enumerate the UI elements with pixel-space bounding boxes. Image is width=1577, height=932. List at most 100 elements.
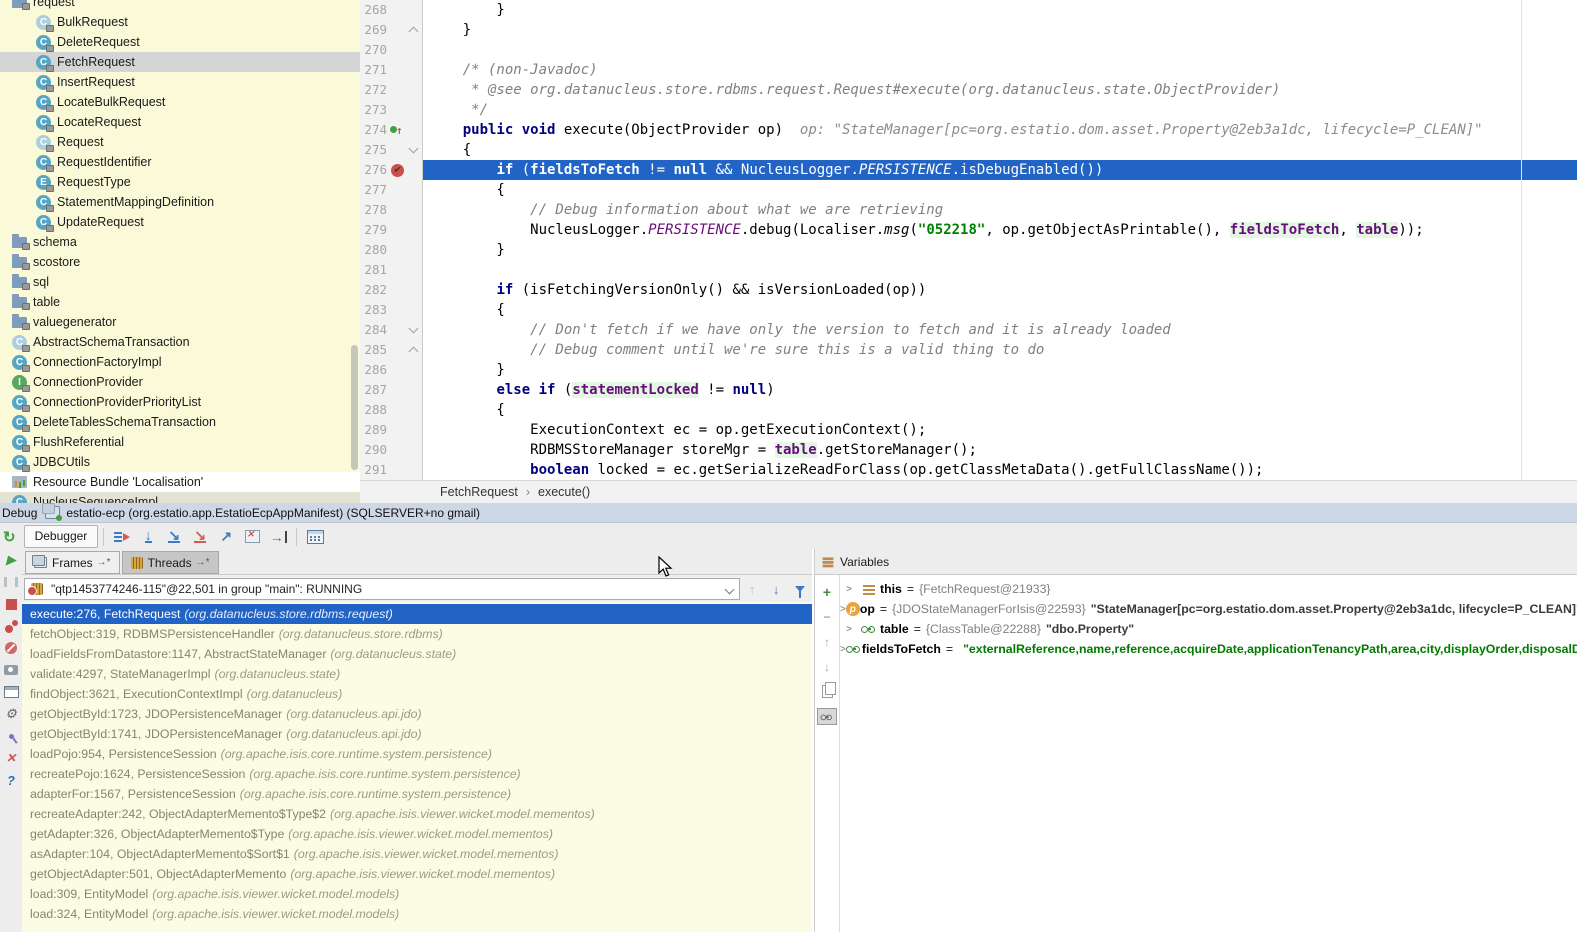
fold-marker[interactable] [407, 60, 420, 80]
tree-item[interactable]: Resource Bundle 'Localisation' [0, 472, 360, 492]
fold-marker[interactable] [407, 180, 420, 200]
line-number[interactable]: 270 [360, 40, 387, 60]
gutter[interactable]: 270 [360, 40, 423, 60]
gutter[interactable]: 286 [360, 360, 423, 380]
gutter-icon-slot[interactable] [387, 460, 407, 480]
frame-down-button[interactable]: ↓ [764, 578, 788, 600]
gutter-icon-slot[interactable] [387, 260, 407, 280]
tree-item[interactable]: CConnectionFactoryImpl [0, 352, 360, 372]
mute-breakpoints-button[interactable] [0, 637, 22, 659]
code-text[interactable]: NucleusLogger.PERSISTENCE.debug(Localise… [423, 220, 1577, 240]
gutter[interactable]: 279 [360, 220, 423, 240]
code-text[interactable]: boolean locked = ec.getSerializeReadForC… [423, 460, 1577, 480]
show-execution-point-button[interactable] [109, 526, 135, 548]
add-watch-button[interactable]: + [823, 579, 831, 604]
thread-selector-dropdown[interactable]: "qtp1453774246-115"@22,501 in group "mai… [24, 578, 740, 600]
tree-item[interactable]: CConnectionProviderPriorityList [0, 392, 360, 412]
move-watch-down-button[interactable]: ↓ [824, 654, 830, 679]
thread-dump-button[interactable] [0, 659, 22, 681]
stack-frame[interactable]: load:309, EntityModel(org.apache.isis.vi… [22, 884, 812, 904]
line-number[interactable]: 279 [360, 220, 387, 240]
code-text[interactable]: RDBMSStoreManager storeMgr = table.getSt… [423, 440, 1577, 460]
line-number[interactable]: 274 [360, 120, 387, 140]
tree-item[interactable]: CDeleteTablesSchemaTransaction [0, 412, 360, 432]
gutter[interactable]: 278 [360, 200, 423, 220]
tree-item[interactable]: CFetchRequest [0, 52, 360, 72]
fold-marker[interactable] [407, 400, 420, 420]
gutter-icon-slot[interactable] [387, 100, 407, 120]
line-number[interactable]: 281 [360, 260, 387, 280]
rerun-icon[interactable]: ↻ [3, 528, 16, 546]
tree-item[interactable]: table [0, 292, 360, 312]
gutter-icon-slot[interactable] [387, 400, 407, 420]
tree-item[interactable]: CStatementMappingDefinition [0, 192, 360, 212]
step-over-button[interactable]: ↓ [135, 526, 161, 548]
variable-row[interactable]: >pop={JDOStateManagerForIsis@22593}"Stat… [840, 599, 1577, 619]
gutter[interactable]: 269 [360, 20, 423, 40]
line-number[interactable]: 282 [360, 280, 387, 300]
close-button[interactable]: ✕ [0, 747, 22, 769]
gutter[interactable]: 287 [360, 380, 423, 400]
code-text[interactable]: } [423, 360, 1577, 380]
gutter-icon-slot[interactable] [387, 440, 407, 460]
code-text[interactable]: // Debug comment until we're sure this i… [423, 340, 1577, 360]
line-number[interactable]: 277 [360, 180, 387, 200]
tree-item[interactable]: schema [0, 232, 360, 252]
line-number[interactable]: 275 [360, 140, 387, 160]
restore-layout-button[interactable] [0, 681, 22, 703]
move-watch-up-button[interactable]: ↑ [824, 629, 830, 654]
tab-debugger[interactable]: Debugger [24, 525, 99, 548]
fold-marker[interactable] [407, 40, 420, 60]
code-text[interactable]: { [423, 300, 1577, 320]
gutter-icon-slot[interactable] [387, 40, 407, 60]
gutter-icon-slot[interactable]: ↑ [387, 120, 407, 140]
stack-frame[interactable]: recreateAdapter:242, ObjectAdapterMement… [22, 804, 812, 824]
gutter-icon-slot[interactable] [387, 140, 407, 160]
line-number[interactable]: 269 [360, 20, 387, 40]
show-watches-toggle[interactable] [817, 704, 837, 729]
gutter[interactable]: 277 [360, 180, 423, 200]
line-number[interactable]: 289 [360, 420, 387, 440]
gutter-icon-slot[interactable] [387, 20, 407, 40]
code-text[interactable]: else if (statementLocked != null) [423, 380, 1577, 400]
line-number[interactable]: 291 [360, 460, 387, 480]
gutter-icon-slot[interactable] [387, 240, 407, 260]
tree-item[interactable]: scostore [0, 252, 360, 272]
stack-frame[interactable]: getObjectAdapter:501, ObjectAdapterMemen… [22, 864, 812, 884]
line-number[interactable]: 287 [360, 380, 387, 400]
gutter[interactable]: 285 [360, 340, 423, 360]
gutter[interactable]: 291 [360, 460, 423, 480]
line-number[interactable]: 286 [360, 360, 387, 380]
gutter[interactable]: 271 [360, 60, 423, 80]
gutter[interactable]: 282 [360, 280, 423, 300]
line-number[interactable]: 290 [360, 440, 387, 460]
code-text[interactable]: public void execute(ObjectProvider op) o… [423, 120, 1577, 140]
gutter-icon-slot[interactable] [387, 420, 407, 440]
stack-frame[interactable]: loadFieldsFromDatastore:1147, AbstractSt… [22, 644, 812, 664]
stack-frame[interactable]: loadPojo:954, PersistenceSession(org.apa… [22, 744, 812, 764]
fold-marker[interactable] [407, 200, 420, 220]
gutter-icon-slot[interactable] [387, 0, 407, 20]
line-number[interactable]: 284 [360, 320, 387, 340]
tree-item[interactable]: ERequestType [0, 172, 360, 192]
line-number[interactable]: 285 [360, 340, 387, 360]
tree-scrollbar[interactable] [351, 345, 358, 470]
gutter[interactable]: 283 [360, 300, 423, 320]
code-text[interactable]: { [423, 400, 1577, 420]
tree-item[interactable]: CBulkRequest [0, 12, 360, 32]
fold-marker[interactable] [407, 360, 420, 380]
tree-item[interactable]: CNucleusSequenceImpl [0, 492, 360, 503]
gutter[interactable]: 284 [360, 320, 423, 340]
variable-row[interactable]: >table={ClassTable@22288}"dbo.Property" [840, 619, 1577, 639]
view-breakpoints-button[interactable] [0, 615, 22, 637]
code-text[interactable]: // Debug information about what we are r… [423, 200, 1577, 220]
filter-frames-button[interactable] [788, 578, 812, 600]
code-text[interactable]: { [423, 180, 1577, 200]
stack-frame[interactable]: fetchObject:319, RDBMSPersistenceHandler… [22, 624, 812, 644]
tree-item[interactable]: CLocateBulkRequest [0, 92, 360, 112]
pause-button[interactable] [0, 571, 22, 593]
gutter-icon-slot[interactable] [387, 80, 407, 100]
breadcrumb-class[interactable]: FetchRequest [440, 485, 518, 499]
code-text[interactable]: /* (non-Javadoc) [423, 60, 1577, 80]
line-number[interactable]: 273 [360, 100, 387, 120]
